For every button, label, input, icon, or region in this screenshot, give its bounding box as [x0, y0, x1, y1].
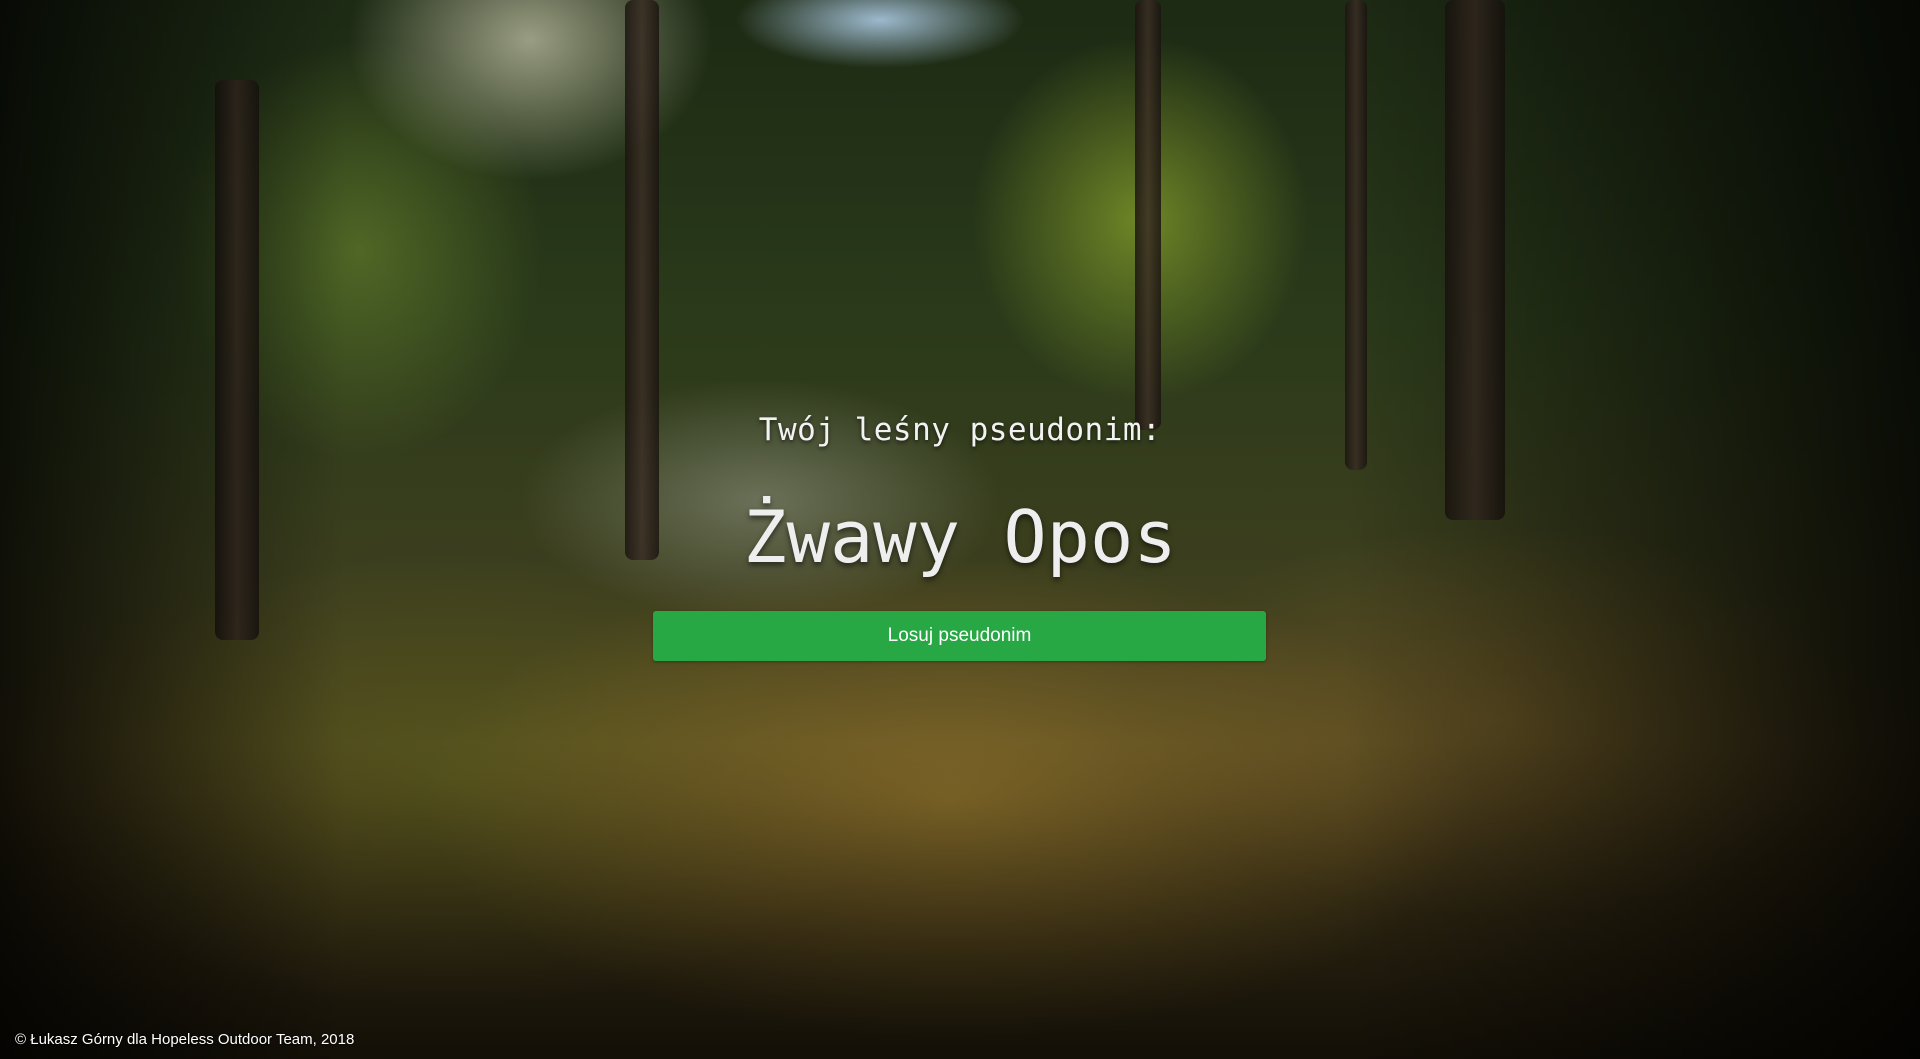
copyright-symbol: © — [15, 1031, 27, 1048]
team-name: Hopeless Outdoor Team, 2018 — [151, 1031, 355, 1048]
draw-nickname-button[interactable]: Losuj pseudonim — [653, 611, 1266, 661]
subtitle: Twój leśny pseudonim: — [758, 412, 1162, 448]
generated-nickname: Żwawy Opos — [743, 495, 1177, 579]
footer-connector: dla — [126, 1031, 147, 1048]
page: Twój leśny pseudonim: Żwawy Opos Losuj p… — [0, 0, 1920, 1059]
main-content: Twój leśny pseudonim: Żwawy Opos Losuj p… — [0, 0, 1920, 1059]
footer-credits: © Łukasz Górny dla Hopeless Outdoor Team… — [15, 1031, 354, 1048]
author-name: Łukasz Górny — [30, 1031, 123, 1048]
